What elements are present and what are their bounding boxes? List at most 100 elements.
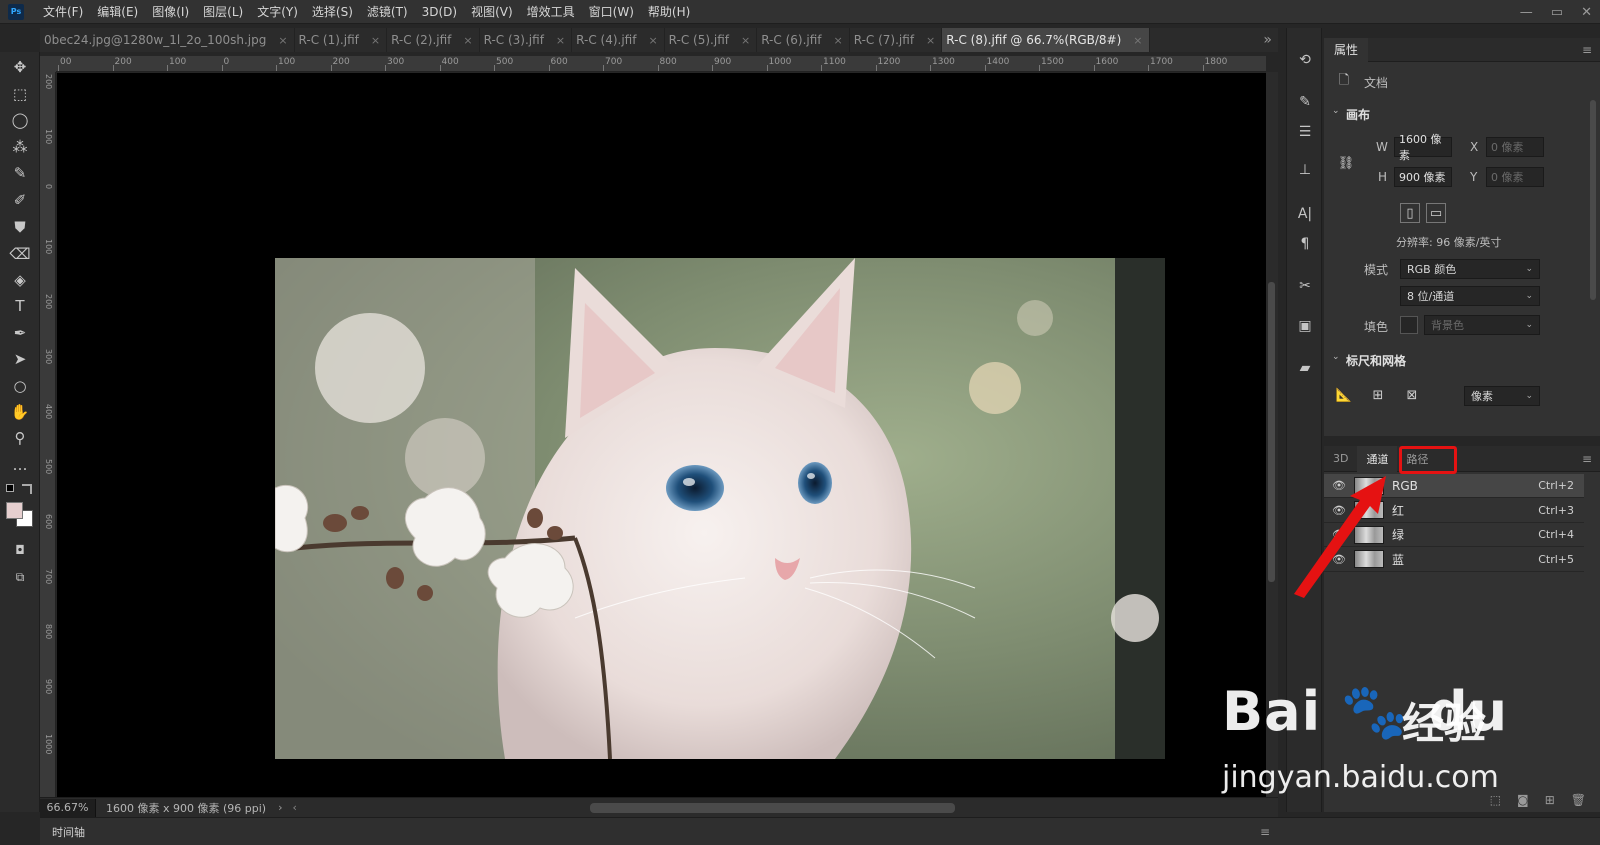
tab-close-icon[interactable]: ×	[371, 34, 380, 47]
properties-scroll-thumb[interactable]	[1590, 100, 1596, 300]
tab-close-icon[interactable]: ×	[741, 34, 750, 47]
minimize-button[interactable]: —	[1520, 5, 1533, 20]
tab-close-icon[interactable]: ×	[648, 34, 657, 47]
swap-colors-icon[interactable]	[22, 484, 32, 494]
document-tab[interactable]: 0bec24.jpg@1280w_1l_2o_100sh.jpg ×	[40, 28, 295, 52]
menu-item-0[interactable]: 文件(F)	[36, 0, 90, 24]
width-field[interactable]: 1600 像素	[1394, 133, 1452, 162]
quick-mask-icon[interactable]: ◘	[8, 539, 32, 561]
zoom-level-field[interactable]: 66.67%	[40, 798, 96, 817]
bit-depth-select[interactable]: 8 位/通道 ⌄	[1400, 286, 1540, 306]
tab-close-icon[interactable]: ×	[834, 34, 843, 47]
y-field[interactable]: 0 像素	[1486, 167, 1544, 187]
marquee-tool-icon[interactable]: ⬚	[8, 83, 32, 105]
tab-3d[interactable]: 3D	[1324, 446, 1357, 472]
canvas-vertical-scroll-thumb[interactable]	[1268, 282, 1275, 582]
eyedropper-tool-icon[interactable]: ✎	[8, 162, 32, 184]
menu-item-3[interactable]: 图层(L)	[196, 0, 250, 24]
ruler-units-select[interactable]: 像素 ⌄	[1464, 386, 1540, 406]
ellipse-tool-icon[interactable]: ○	[8, 375, 32, 397]
menu-item-7[interactable]: 3D(D)	[415, 0, 464, 24]
paragraph-icon[interactable]: ¶	[1295, 234, 1315, 254]
brush-tool-icon[interactable]: ✐	[8, 189, 32, 211]
pen-tool-icon[interactable]: ✒	[8, 322, 32, 344]
paint-bucket-tool-icon[interactable]: ◈	[8, 269, 32, 291]
menu-item-1[interactable]: 编辑(E)	[90, 0, 145, 24]
screen-mode-icon[interactable]: ⧉	[8, 566, 32, 588]
clone-source-icon[interactable]: ⊥	[1295, 160, 1315, 180]
path-select-tool-icon[interactable]: ➤	[8, 348, 32, 370]
color-mode-select[interactable]: RGB 颜色 ⌄	[1400, 259, 1540, 279]
brush-settings-icon[interactable]: ✎	[1295, 92, 1315, 112]
menu-item-2[interactable]: 图像(I)	[145, 0, 196, 24]
tab-close-icon[interactable]: ×	[556, 34, 565, 47]
document-tab[interactable]: R-C (7).jfif ×	[850, 28, 943, 52]
link-dimensions-icon[interactable]: ⛓	[1336, 153, 1356, 173]
zoom-tool-icon[interactable]: ⚲	[8, 427, 32, 449]
properties-menu-icon[interactable]: ≡	[1582, 43, 1592, 57]
tab-close-icon[interactable]: ×	[278, 34, 287, 47]
close-button[interactable]: ✕	[1581, 5, 1592, 20]
portrait-orientation-icon[interactable]: ▯	[1400, 203, 1420, 223]
timeline-tab[interactable]: 时间轴	[52, 824, 85, 840]
ruler-toggle-icon[interactable]: 📐	[1334, 385, 1354, 405]
plugins-icon[interactable]: ▰	[1295, 358, 1315, 378]
eraser-tool-icon[interactable]: ⌫	[8, 243, 32, 265]
ruler-top-label: 100	[169, 57, 187, 67]
default-colors-icon[interactable]	[6, 484, 14, 492]
document-tab[interactable]: R-C (8).jfif @ 66.7%(RGB/8#) ×	[942, 28, 1150, 52]
ruler-tick	[439, 65, 441, 71]
menu-item-4[interactable]: 文字(Y)	[250, 0, 305, 24]
properties-tab[interactable]: 属性	[1324, 37, 1369, 62]
tab-close-icon[interactable]: ×	[926, 34, 935, 47]
canvas-area[interactable]	[57, 73, 1266, 797]
grid-toggle-icon[interactable]: ⊞	[1368, 385, 1388, 405]
scroll-left-arrow[interactable]: ‹	[293, 801, 297, 814]
document-tab[interactable]: R-C (2).jfif ×	[387, 28, 480, 52]
tools-options-icon[interactable]: ✂	[1295, 276, 1315, 296]
magic-wand-tool-icon[interactable]: ⁂	[8, 136, 32, 158]
fill-select[interactable]: 背景色 ⌄	[1424, 315, 1540, 335]
adjustments-icon[interactable]: ☰	[1295, 122, 1315, 142]
tab-overflow-button[interactable]: »	[1257, 32, 1278, 48]
foreground-color-swatch[interactable]	[6, 502, 23, 519]
ruler-left-label: 100	[44, 129, 53, 145]
menu-item-11[interactable]: 帮助(H)	[641, 0, 697, 24]
document-tab[interactable]: R-C (3).jfif ×	[480, 28, 573, 52]
document-tab[interactable]: R-C (5).jfif ×	[665, 28, 758, 52]
rulers-collapse-chevron-icon[interactable]: ⌄	[1332, 352, 1340, 362]
channels-menu-icon[interactable]: ≡	[1582, 452, 1592, 466]
timeline-menu-icon[interactable]: ≡	[1260, 825, 1270, 839]
document-tab[interactable]: R-C (1).jfif ×	[295, 28, 388, 52]
more-tools-icon[interactable]: …	[8, 454, 32, 476]
libraries-icon[interactable]: ▣	[1295, 316, 1315, 336]
delete-channel-icon[interactable]: 🗑	[1571, 793, 1586, 807]
canvas-horizontal-scroll-thumb[interactable]	[590, 803, 955, 813]
canvas-collapse-chevron-icon[interactable]: ⌄	[1332, 106, 1340, 116]
restore-button[interactable]: ▭	[1551, 5, 1563, 20]
stamp-tool-icon[interactable]: ⛊	[8, 216, 32, 238]
lasso-tool-icon[interactable]: ◯	[8, 109, 32, 131]
character-icon[interactable]: A|	[1295, 204, 1315, 224]
tab-channels[interactable]: 通道	[1357, 445, 1398, 472]
type-tool-icon[interactable]: T	[8, 295, 32, 317]
landscape-orientation-icon[interactable]: ▭	[1426, 203, 1446, 223]
tab-close-icon[interactable]: ×	[1133, 34, 1142, 47]
move-tool-icon[interactable]: ✥	[8, 56, 32, 78]
x-field[interactable]: 0 像素	[1486, 137, 1544, 157]
menu-item-10[interactable]: 窗口(W)	[582, 0, 641, 24]
history-icon[interactable]: ⟲	[1295, 50, 1315, 70]
status-expand-arrow[interactable]: ›	[278, 801, 282, 814]
document-tab[interactable]: R-C (6).jfif ×	[757, 28, 850, 52]
menu-item-9[interactable]: 增效工具	[520, 0, 582, 24]
fill-color-swatch[interactable]	[1400, 316, 1418, 334]
document-tab[interactable]: R-C (4).jfif ×	[572, 28, 665, 52]
menu-item-6[interactable]: 滤镜(T)	[360, 0, 415, 24]
properties-scrollbar[interactable]	[1590, 100, 1598, 400]
height-field[interactable]: 900 像素	[1394, 167, 1452, 187]
menu-item-8[interactable]: 视图(V)	[464, 0, 520, 24]
guides-toggle-icon[interactable]: ⊠	[1402, 385, 1422, 405]
menu-item-5[interactable]: 选择(S)	[305, 0, 360, 24]
hand-tool-icon[interactable]: ✋	[8, 401, 32, 423]
tab-close-icon[interactable]: ×	[463, 34, 472, 47]
